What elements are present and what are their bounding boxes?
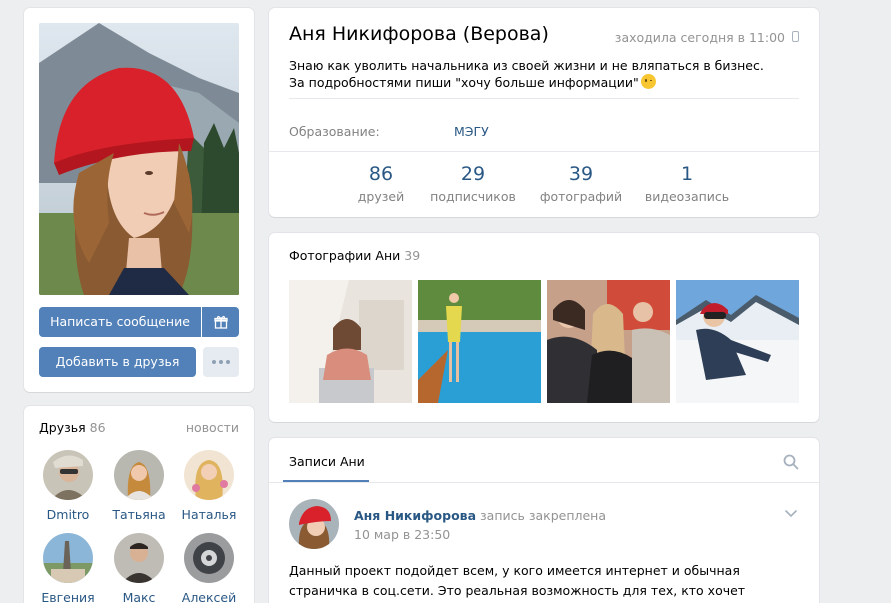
profile-photo[interactable] (39, 23, 239, 295)
photos-card: Фотографии Ани 39 (269, 233, 819, 422)
divider (269, 151, 819, 152)
pinned-label: запись закреплена (480, 508, 607, 523)
friends-news-link[interactable]: новости (186, 420, 239, 435)
stat-count: 39 (568, 163, 594, 185)
education-link[interactable]: МЭГУ (454, 124, 489, 139)
wall-card: Записи Ани Аня Никифорова запись закрепле… (269, 438, 819, 603)
education-label: Образование: (289, 124, 380, 139)
stat-photos[interactable]: 39 фотографий (526, 163, 636, 204)
photo-thumbnail[interactable] (676, 280, 799, 403)
friend-name[interactable]: Dmitro (36, 507, 100, 522)
stat-label: фотографий (539, 189, 623, 204)
wink-emoji-icon (640, 74, 656, 89)
status-text-content: Знаю как уволить начальника из своей жиз… (289, 58, 764, 90)
send-message-button[interactable]: Написать сообщение (39, 307, 201, 337)
friend-name[interactable]: Алексей (177, 590, 241, 603)
page-title: Аня Никифорова (Верова) (289, 23, 549, 45)
photos-title[interactable]: Фотографии Ани (289, 248, 400, 263)
post-author-link[interactable]: Аня Никифорова (354, 508, 476, 523)
friends-card: Друзья 86 новости Dmitro Татьяна Наталья … (24, 406, 254, 603)
profile-info-card: Аня Никифорова (Верова) заходила сегодня… (269, 8, 819, 217)
post-date[interactable]: 10 мар в 23:50 (354, 527, 450, 542)
friend-item[interactable]: Макс (107, 533, 171, 603)
chevron-down-icon[interactable] (785, 510, 797, 518)
friend-avatar[interactable] (184, 450, 234, 500)
friend-item[interactable]: Наталья (177, 450, 241, 522)
search-icon[interactable] (783, 454, 799, 470)
friend-avatar[interactable] (114, 450, 164, 500)
friend-avatar[interactable] (184, 533, 234, 583)
photos-header[interactable]: Фотографии Ани 39 (289, 248, 420, 263)
friend-name[interactable]: Наталья (177, 507, 241, 522)
friend-avatar[interactable] (114, 533, 164, 583)
more-dots-icon (219, 360, 223, 364)
friend-name[interactable]: Евгения (36, 590, 100, 603)
photo-thumbnail[interactable] (547, 280, 670, 403)
divider (289, 98, 799, 99)
more-dots-icon (226, 360, 230, 364)
divider (269, 482, 819, 483)
more-actions-button[interactable] (203, 347, 239, 377)
more-dots-icon (212, 360, 216, 364)
friend-item[interactable]: Татьяна (107, 450, 171, 522)
friend-avatar[interactable] (43, 450, 93, 500)
post-author-avatar[interactable] (289, 499, 339, 549)
photo-thumbnail[interactable] (418, 280, 541, 403)
gift-icon (213, 315, 228, 329)
friend-avatar[interactable] (43, 533, 93, 583)
friend-name[interactable]: Макс (107, 590, 171, 603)
gift-button[interactable] (202, 307, 239, 337)
photo-thumbnail[interactable] (289, 280, 412, 403)
stat-label: видеозапись (644, 189, 730, 204)
friends-title[interactable]: Друзья (39, 420, 86, 435)
stat-followers[interactable]: 29 подписчиков (418, 163, 528, 204)
friend-name[interactable]: Татьяна (107, 507, 171, 522)
friends-count: 86 (89, 420, 106, 435)
mobile-phone-icon (792, 31, 799, 42)
friend-item[interactable]: Алексей (177, 533, 241, 603)
post-author-name[interactable]: Аня Никифорова запись закреплена (354, 508, 606, 523)
friend-item[interactable]: Евгения (36, 533, 100, 603)
status-text[interactable]: Знаю как уволить начальника из своей жиз… (289, 57, 779, 91)
friend-item[interactable]: Dmitro (36, 450, 100, 522)
tab-wall-posts[interactable]: Записи Ани (289, 454, 365, 469)
photos-count: 39 (404, 248, 421, 263)
friends-header[interactable]: Друзья 86 (39, 420, 106, 435)
stat-count: 29 (460, 163, 486, 185)
avatar-card: Написать сообщение Добавить в друзья (24, 8, 254, 392)
last-seen-text: заходила сегодня в 11:00 (614, 30, 785, 45)
stat-label: подписчиков (430, 189, 516, 204)
stat-count: 1 (680, 163, 694, 185)
add-friend-button[interactable]: Добавить в друзья (39, 347, 196, 377)
post-text: Данный проект подойдет всем, у кого имее… (289, 563, 746, 598)
stat-videos[interactable]: 1 видеозапись (632, 163, 742, 204)
